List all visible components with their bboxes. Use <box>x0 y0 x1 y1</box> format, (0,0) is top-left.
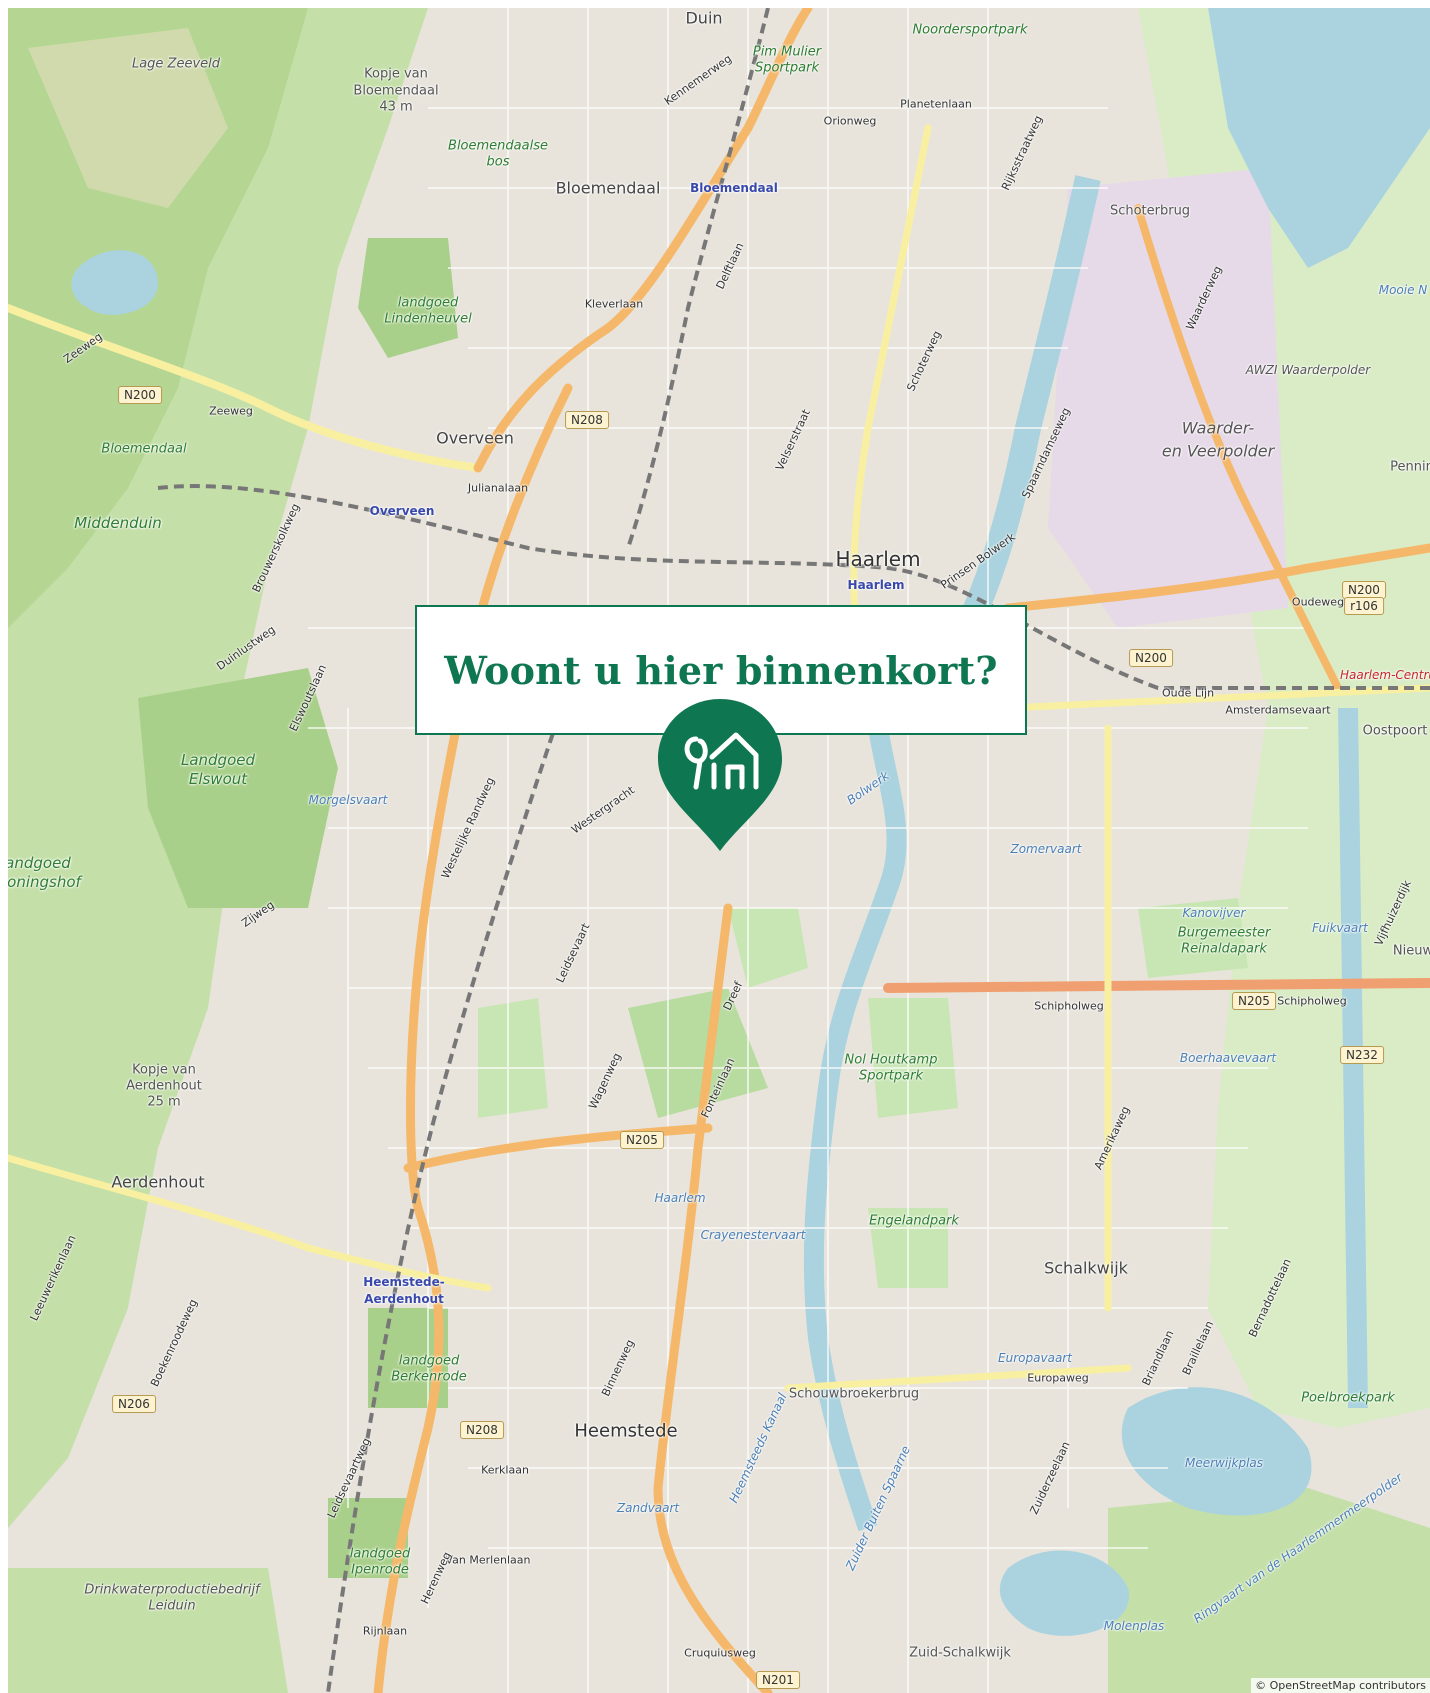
location-marker[interactable] <box>652 695 788 855</box>
road-shield-n206: N206 <box>112 1395 156 1413</box>
road-shield-n200-c: N200 <box>1129 649 1173 667</box>
road-shield-r106: r106 <box>1344 597 1384 615</box>
road-shield-n208: N208 <box>565 411 609 429</box>
road-shield-n201: N201 <box>756 1671 800 1689</box>
road-shield-n200: N200 <box>118 386 162 404</box>
map-attribution[interactable]: © OpenStreetMap contributors <box>1251 1678 1430 1693</box>
road-shield-n232: N232 <box>1340 1046 1384 1064</box>
road-shield-n208-b: N208 <box>460 1421 504 1439</box>
popup-title: Woont u hier binnenkort? <box>444 647 998 693</box>
road-shield-n205: N205 <box>1232 992 1276 1010</box>
road-shield-n205-b: N205 <box>620 1131 664 1149</box>
